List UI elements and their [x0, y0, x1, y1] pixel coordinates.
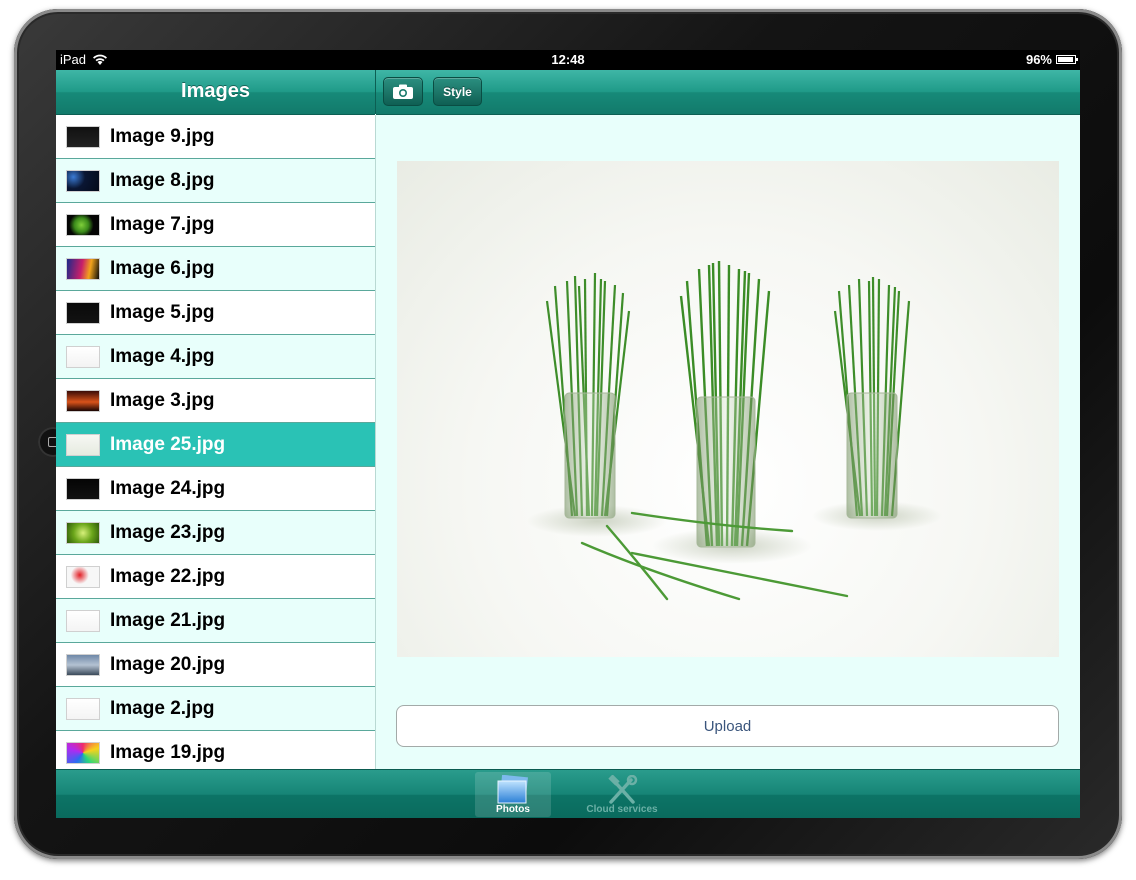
list-item[interactable]: Image 21.jpg: [56, 599, 375, 643]
battery-percent: 96%: [1025, 52, 1052, 67]
list-item[interactable]: Image 19.jpg: [56, 731, 375, 769]
list-item[interactable]: Image 9.jpg: [56, 115, 375, 159]
tab-bar: Photos Cloud services: [56, 769, 1080, 818]
image-thumbnail: [66, 301, 100, 324]
status-time: 12:48: [551, 52, 585, 67]
page-title: Images: [181, 80, 250, 102]
image-thumbnail: [66, 477, 100, 500]
list-item[interactable]: Image 22.jpg: [56, 555, 375, 599]
photos-icon: [497, 775, 528, 804]
list-item[interactable]: Image 23.jpg: [56, 511, 375, 555]
tab-label: Cloud services: [586, 804, 658, 815]
image-thumbnail: [66, 697, 100, 720]
detail-nav-bar: Style: [376, 70, 1080, 115]
battery-icon: [1056, 55, 1078, 64]
image-thumbnail: [66, 213, 100, 236]
list-item-label: Image 6.jpg: [110, 257, 215, 279]
tab-label: Photos: [496, 804, 530, 815]
image-thumbnail: [66, 565, 100, 588]
screen: iPad 12:48 96% Images Style Image 9.jpg …: [56, 50, 1080, 818]
list-item-label: Image 25.jpg: [110, 433, 226, 455]
list-item-label: Image 8.jpg: [110, 169, 215, 191]
image-list: Image 9.jpg Image 8.jpg Image 7.jpg Image 6…: [56, 115, 376, 769]
list-item[interactable]: Image 3.jpg: [56, 379, 375, 423]
list-item[interactable]: Image 8.jpg: [56, 159, 375, 203]
master-nav-bar: Images: [56, 70, 375, 115]
list-item[interactable]: Image 2.jpg: [56, 687, 375, 731]
list-item-label: Image 7.jpg: [110, 213, 215, 235]
list-item-label: Image 4.jpg: [110, 345, 215, 367]
list-item-label: Image 21.jpg: [110, 609, 226, 631]
list-item[interactable]: Image 20.jpg: [56, 643, 375, 687]
image-thumbnail: [66, 741, 100, 764]
list-item-label: Image 9.jpg: [110, 125, 215, 147]
image-thumbnail: [66, 125, 100, 148]
image-thumbnail: [66, 169, 100, 192]
list-item-label: Image 23.jpg: [110, 521, 226, 543]
image-thumbnail: [66, 609, 100, 632]
list-item-label: Image 20.jpg: [110, 653, 226, 675]
list-item-label: Image 3.jpg: [110, 389, 215, 411]
list-item[interactable]: Image 5.jpg: [56, 291, 375, 335]
style-button[interactable]: Style: [433, 77, 482, 106]
upload-button[interactable]: Upload: [396, 705, 1059, 747]
image-thumbnail: [66, 345, 100, 368]
tab-cloud-services[interactable]: Cloud services: [584, 772, 660, 817]
list-item-label: Image 19.jpg: [110, 741, 226, 763]
list-item[interactable]: Image 7.jpg: [56, 203, 375, 247]
image-thumbnail: [66, 389, 100, 412]
list-item-label: Image 2.jpg: [110, 697, 215, 719]
image-preview: [397, 161, 1059, 657]
list-item[interactable]: Image 25.jpg: [56, 423, 375, 467]
image-thumbnail: [66, 653, 100, 676]
chives-in-glasses-image: [527, 260, 942, 601]
list-item[interactable]: Image 4.jpg: [56, 335, 375, 379]
list-item-label: Image 22.jpg: [110, 565, 226, 587]
image-thumbnail: [66, 521, 100, 544]
status-bar: iPad 12:48 96%: [56, 50, 1080, 70]
list-item-label: Image 24.jpg: [110, 477, 226, 499]
tools-icon: [608, 775, 638, 804]
image-thumbnail: [66, 257, 100, 280]
list-item[interactable]: Image 6.jpg: [56, 247, 375, 291]
list-item-label: Image 5.jpg: [110, 301, 215, 323]
image-thumbnail: [66, 433, 100, 456]
camera-icon: [393, 84, 413, 99]
camera-button[interactable]: [383, 77, 423, 106]
tab-photos[interactable]: Photos: [475, 772, 551, 817]
list-item[interactable]: Image 24.jpg: [56, 467, 375, 511]
